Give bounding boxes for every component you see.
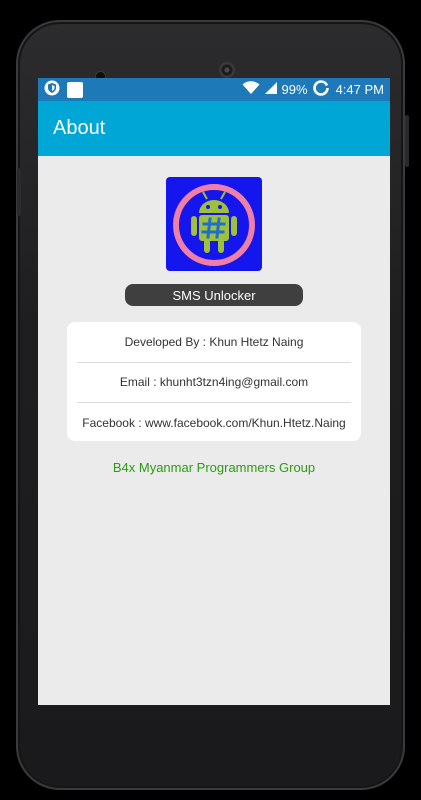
clock: 4:47 PM (335, 82, 384, 97)
status-bar: 99% 4:47 PM (38, 78, 390, 101)
signal-icon (264, 81, 278, 98)
android-hash-icon (173, 184, 255, 266)
app-logo (166, 177, 262, 271)
group-link[interactable]: B4x Myanmar Programmers Group (38, 460, 390, 475)
notification-icon (67, 81, 83, 98)
developer-info-card: Developed By : Khun Htetz Naing Email : … (67, 322, 361, 441)
email-row[interactable]: Email : khunht3tzn4ing@gmail.com (67, 363, 361, 403)
developer-row: Developed By : Khun Htetz Naing (124, 334, 304, 349)
app-name-label: SMS Unlocker (125, 284, 303, 306)
power-button (405, 115, 409, 167)
volume-button (17, 168, 21, 216)
app-name-text: SMS Unlocker (172, 287, 256, 303)
facebook-row[interactable]: Facebook : www.facebook.com/Khun.Htetz.N… (67, 403, 361, 443)
battery-percent: 99% (281, 82, 308, 97)
shield-icon (44, 80, 60, 99)
page-title: About (53, 117, 106, 139)
battery-icon (312, 79, 330, 100)
earpiece-speaker (219, 62, 235, 78)
wifi-icon (242, 81, 260, 98)
screen: 99% 4:47 PM About SMS Unlocker Developed… (38, 78, 390, 705)
app-bar: About (38, 101, 390, 156)
